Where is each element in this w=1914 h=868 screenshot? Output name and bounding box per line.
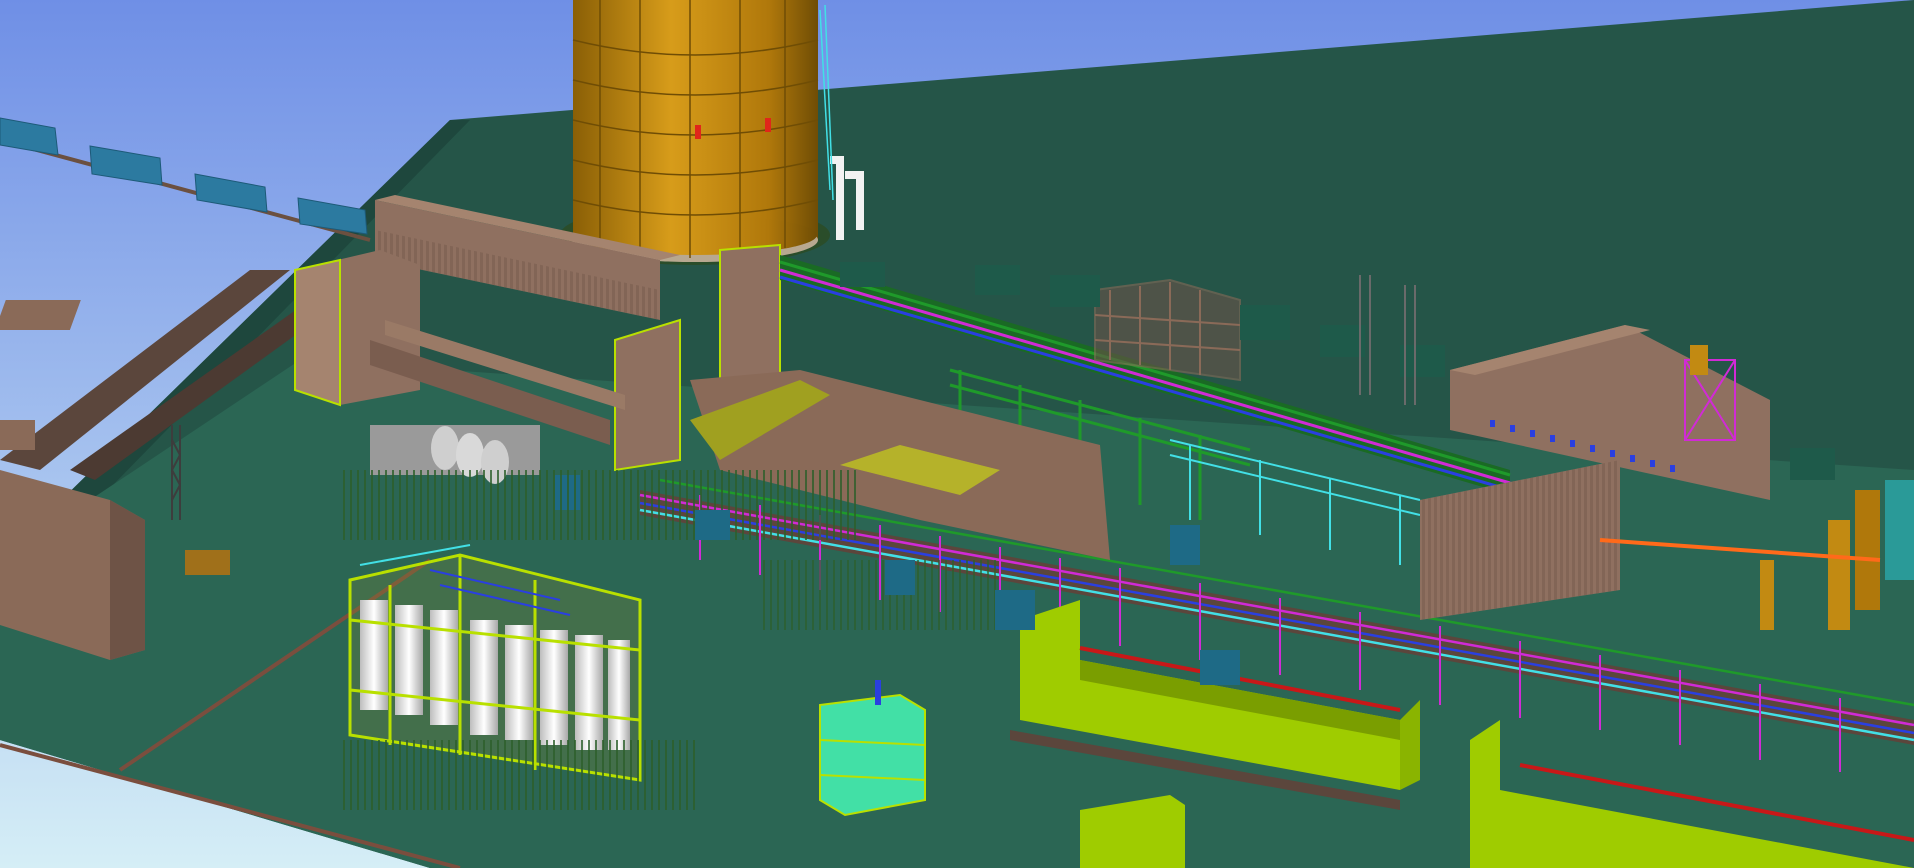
platform (0, 300, 81, 330)
platform (0, 420, 35, 450)
plant-3d-render (0, 0, 1914, 868)
piles (760, 560, 1000, 630)
plant-render-svg (0, 0, 1914, 868)
piles (340, 740, 700, 810)
brown-equipment (185, 550, 230, 575)
storage-tank (560, 0, 864, 265)
piles (340, 470, 860, 540)
transfer-house-side (110, 500, 145, 660)
